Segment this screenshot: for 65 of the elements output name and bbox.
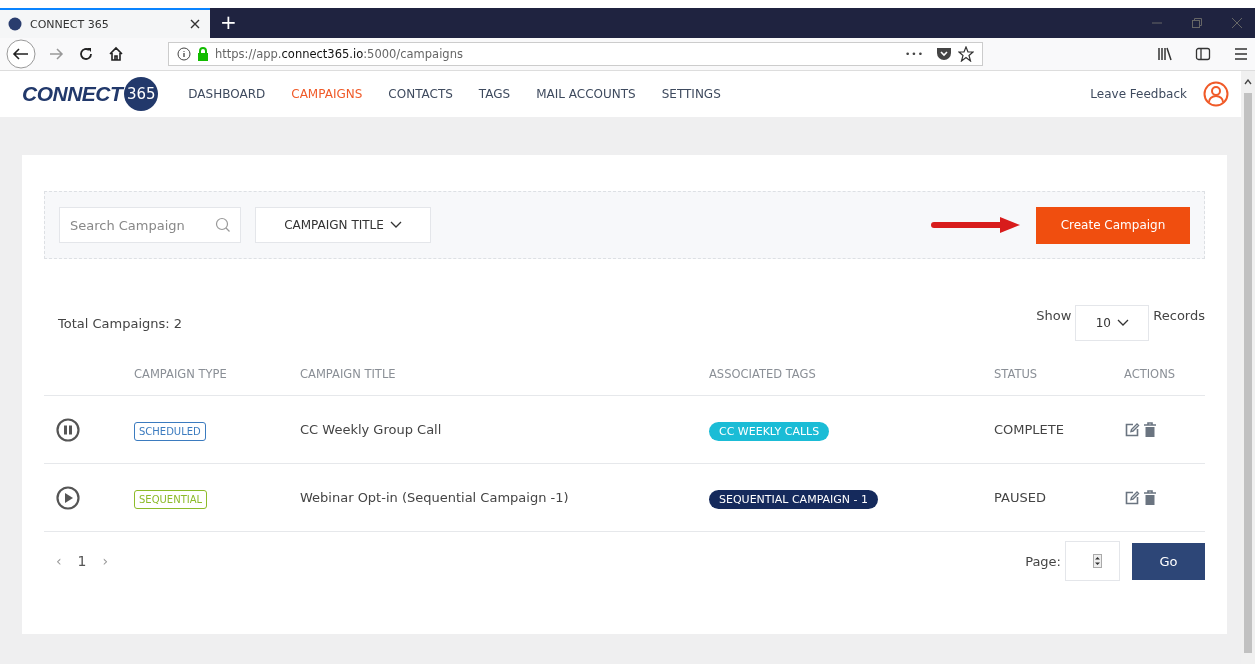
tab-title: CONNECT 365: [30, 17, 110, 31]
lock-icon: [197, 47, 209, 61]
records-select[interactable]: 10: [1075, 305, 1150, 341]
edit-icon[interactable]: [1124, 421, 1140, 438]
nav-link[interactable]: DASHBOARD: [188, 87, 266, 101]
browser-tab[interactable]: CONNECT 365: [0, 8, 210, 38]
star-icon[interactable]: [958, 46, 974, 62]
nav-link[interactable]: TAGS: [478, 87, 511, 101]
column-header: CAMPAIGN TYPE: [134, 367, 228, 381]
address-bar[interactable]: https://app.connect365.io:5000/campaigns •••: [168, 42, 983, 66]
pause-icon[interactable]: [56, 417, 80, 442]
user-icon[interactable]: [1203, 81, 1229, 107]
go-button[interactable]: Go: [1132, 542, 1205, 580]
play-icon[interactable]: [56, 485, 80, 510]
forward-icon[interactable]: [48, 46, 64, 62]
status-text: COMPLETE: [994, 422, 1065, 437]
restore-icon[interactable]: [1191, 17, 1203, 29]
menu-icon[interactable]: [1233, 46, 1249, 62]
search-field[interactable]: Search Campaign: [59, 207, 241, 243]
page-actions-button[interactable]: •••: [905, 49, 924, 59]
show-label: Show: [1036, 307, 1072, 323]
sort-dropdown[interactable]: CAMPAIGN TITLE: [255, 207, 431, 243]
new-tab-button[interactable]: +: [210, 8, 247, 38]
nav-link[interactable]: MAIL ACCOUNTS: [536, 87, 636, 101]
campaign-type-label: SEQUENTIAL: [134, 490, 208, 509]
campaign-title: Webinar Opt-in (Sequential Campaign -1): [300, 490, 570, 505]
close-icon[interactable]: [190, 19, 200, 29]
column-header: ASSOCIATED TAGS: [709, 367, 817, 381]
tag-pill: CC WEEKLY CALLS: [709, 422, 830, 441]
total-campaigns: Total Campaigns: 2: [58, 315, 183, 331]
edit-icon[interactable]: [1124, 489, 1140, 506]
info-icon: [177, 47, 191, 61]
nav-link[interactable]: CONTACTS: [388, 87, 453, 101]
logo[interactable]: CONNECT 365: [22, 77, 159, 111]
globe-icon: [8, 17, 22, 31]
records-label: Records: [1153, 307, 1205, 323]
column-header: STATUS: [994, 367, 1039, 381]
arrow-icon: [930, 215, 1022, 235]
reload-icon[interactable]: [78, 46, 94, 62]
spinner-icon[interactable]: [1093, 554, 1102, 568]
status-text: PAUSED: [994, 490, 1047, 505]
scrollbar[interactable]: [1241, 71, 1255, 664]
back-button[interactable]: [6, 39, 36, 69]
column-header: CAMPAIGN TITLE: [300, 367, 397, 381]
pocket-icon[interactable]: [936, 46, 952, 62]
library-icon[interactable]: [1157, 46, 1173, 62]
search-icon: [215, 217, 231, 233]
chevron-down-icon: [389, 221, 402, 229]
scroll-up-icon[interactable]: [1244, 79, 1252, 85]
sidebar-icon[interactable]: [1195, 46, 1211, 62]
nav-link[interactable]: SETTINGS: [661, 87, 721, 101]
campaign-title: CC Weekly Group Call: [300, 422, 443, 437]
page-label: Page:: [1025, 553, 1061, 569]
home-icon[interactable]: [108, 46, 124, 62]
trash-icon[interactable]: [1143, 421, 1157, 438]
page-number[interactable]: 1: [77, 553, 87, 569]
trash-icon[interactable]: [1143, 489, 1157, 506]
column-header: ACTIONS: [1124, 367, 1177, 381]
campaign-type-label: SCHEDULED: [134, 422, 206, 441]
chevron-down-icon: [1116, 319, 1129, 327]
tag-pill: SEQUENTIAL CAMPAIGN - 1: [709, 490, 879, 509]
create-campaign-button[interactable]: Create Campaign: [1036, 206, 1190, 244]
feedback-link[interactable]: Leave Feedback: [1090, 87, 1187, 101]
url-text: https://app.connect365.io:5000/campaigns: [215, 47, 464, 61]
page-input[interactable]: [1065, 541, 1120, 581]
